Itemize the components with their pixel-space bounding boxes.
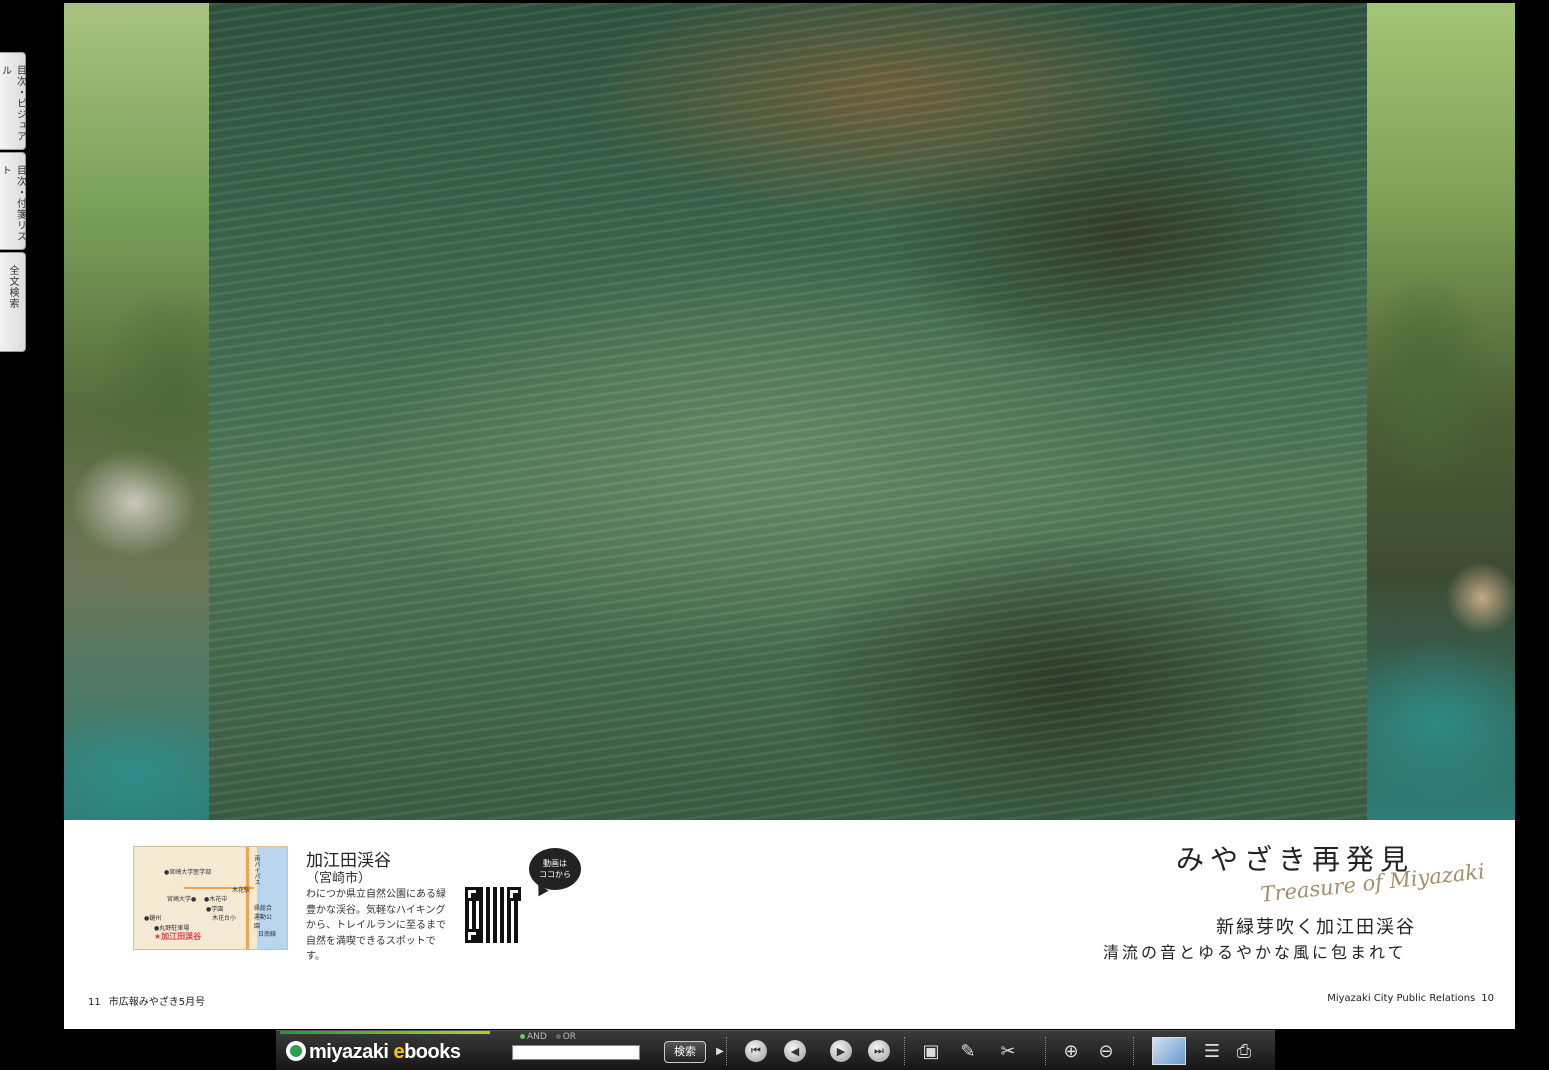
- feature-subhead-2: 清流の音とゆるやかな風に包まれて: [1103, 943, 1407, 962]
- search-arrow-icon[interactable]: ▶: [708, 1039, 732, 1063]
- spot-description: わにつか県立自然公園にある緑豊かな渓谷。気軽なハイキングから、トレイルランに至る…: [306, 889, 446, 962]
- video-callout-line1: 動画は: [543, 859, 567, 868]
- pen-icon[interactable]: ✎: [956, 1039, 980, 1063]
- page-number-left: 11: [88, 997, 101, 1008]
- map-label-kibana-sho: 木花台小: [212, 915, 237, 922]
- page-number-right: 10: [1481, 993, 1494, 1004]
- video-callout: 動画は ココから: [529, 848, 581, 890]
- map-label-sotoura: ●鏡州: [144, 915, 162, 922]
- clip-icon[interactable]: ✂: [996, 1039, 1020, 1063]
- print-icon[interactable]: ⎙: [1232, 1039, 1256, 1063]
- brand-globe-icon: [286, 1041, 306, 1061]
- search-input[interactable]: [512, 1045, 640, 1060]
- right-photo-strip: [1367, 3, 1515, 820]
- tab-toc-visual-label: 目次・ビジュアル: [0, 65, 26, 142]
- map-label-kibana: 木花駅: [232, 887, 251, 894]
- qr-finder: [507, 887, 521, 901]
- water-surface: [209, 3, 1367, 820]
- tab-toc-sticky-label: 目次・付箋リスト: [0, 165, 26, 242]
- feature-subhead: 新緑芽吹く加江田渓谷: [1216, 917, 1416, 938]
- folio-left: 11 市広報みやざき5月号: [88, 993, 205, 1008]
- video-qr-code[interactable]: [465, 887, 521, 943]
- thumbnail-icon[interactable]: [1152, 1037, 1186, 1065]
- folio-right: Miyazaki City Public Relations 10: [1327, 993, 1494, 1004]
- left-photo-strip: [64, 3, 209, 820]
- map-label-school: ●学園: [206, 906, 224, 913]
- map-label-hospital: ●木花中: [204, 896, 228, 903]
- spot-subtitle: （宮崎市）: [306, 871, 372, 886]
- and-label: AND: [527, 1032, 547, 1042]
- or-radio[interactable]: [555, 1034, 561, 1039]
- qr-finder: [465, 887, 479, 901]
- brand-prefix: miyazaki: [309, 1041, 394, 1063]
- map-label-kaeda: ★加江田渓谷: [154, 932, 202, 941]
- toolbar-separator: [1045, 1037, 1047, 1065]
- qr-finder: [465, 929, 479, 943]
- map-label-bypass: 南バイパス: [253, 855, 260, 885]
- brand-e: e: [393, 1041, 405, 1063]
- brand-suffix: books: [404, 1041, 461, 1063]
- gorge-photo: [64, 3, 1515, 820]
- bookmark-icon[interactable]: ▣: [919, 1039, 943, 1063]
- map-label-park: 県総合運動公園: [254, 905, 273, 930]
- first-page-icon[interactable]: ⏮: [744, 1039, 768, 1063]
- and-radio[interactable]: [520, 1034, 525, 1039]
- map-label-kaeda-text: 加江田渓谷: [161, 932, 202, 941]
- tab-fulltext-search-label: 全文検索: [7, 265, 18, 309]
- next-page-icon[interactable]: ▶: [829, 1039, 853, 1063]
- brand-logo[interactable]: miyazaki ebooks: [286, 1041, 461, 1064]
- zoom-out-icon[interactable]: ⊖: [1094, 1039, 1118, 1063]
- toolbar-separator: [1133, 1037, 1135, 1065]
- tab-toc-visual[interactable]: 目次・ビジュアル: [0, 52, 26, 150]
- last-page-icon[interactable]: ⏭: [867, 1039, 891, 1063]
- magazine-spread[interactable]: ●宮崎大学医学部 宮崎大学● 南バイパス ●木花中 木花駅 ●学園 木花台小 県…: [64, 3, 1515, 1029]
- map-label-station: 宮崎大学●: [167, 896, 197, 903]
- brand-accent-bar: [280, 1031, 490, 1034]
- map-label-route: 日南線: [258, 931, 277, 938]
- index-icon[interactable]: ☰: [1200, 1039, 1224, 1063]
- search-mode: AND OR: [520, 1032, 576, 1042]
- folio-right-text: Miyazaki City Public Relations: [1327, 993, 1476, 1004]
- folio-left-text: 市広報みやざき5月号: [108, 997, 206, 1008]
- prev-page-icon[interactable]: ◀: [783, 1039, 807, 1063]
- map-label-univ: ●宮崎大学医学部: [164, 869, 212, 876]
- map-bypass-road: [246, 847, 249, 949]
- toolbar-separator: [726, 1037, 728, 1065]
- video-callout-line2: ココから: [539, 870, 571, 879]
- zoom-in-icon[interactable]: ⊕: [1059, 1039, 1083, 1063]
- toolbar-separator: [904, 1037, 906, 1065]
- area-map: ●宮崎大学医学部 宮崎大学● 南バイパス ●木花中 木花駅 ●学園 木花台小 県…: [133, 846, 288, 950]
- tab-fulltext-search[interactable]: 全文検索: [0, 252, 26, 352]
- viewer-toolbar: miyazaki ebooks AND OR 検索 ▶ ⏮ ◀ ▶ ⏭ ▣ ✎ …: [276, 1030, 1275, 1070]
- search-button[interactable]: 検索: [664, 1041, 706, 1063]
- or-label: OR: [562, 1032, 577, 1042]
- tab-toc-sticky[interactable]: 目次・付箋リスト: [0, 152, 26, 250]
